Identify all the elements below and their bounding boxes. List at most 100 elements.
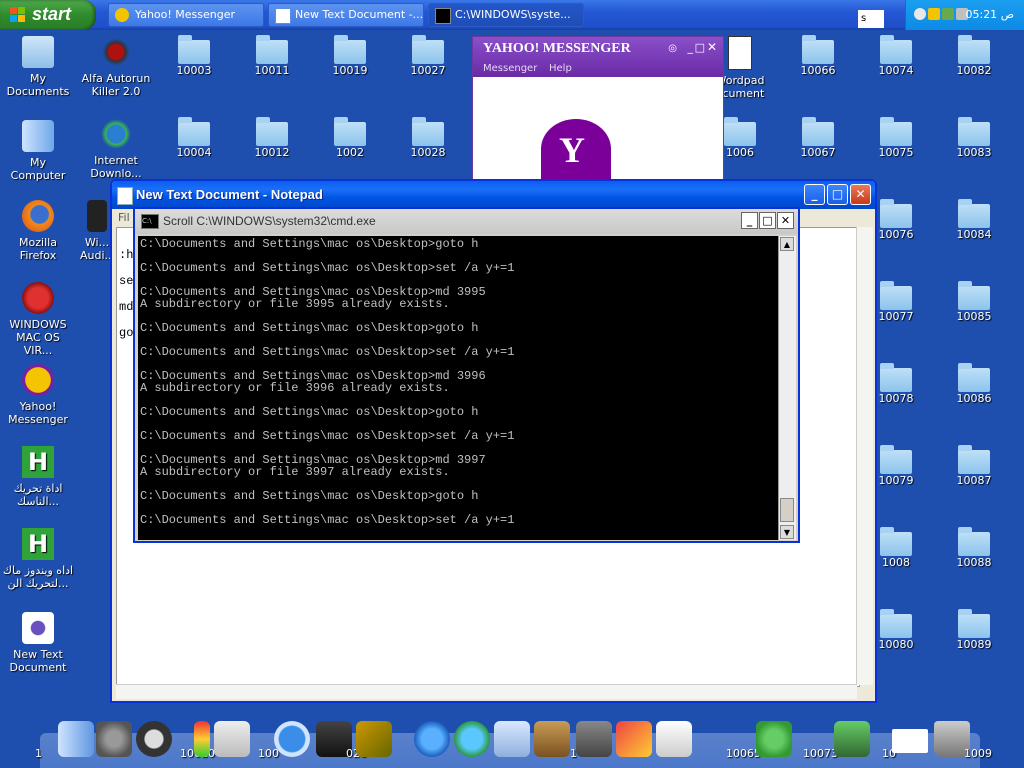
notepad-minimize-button[interactable]: _ (804, 184, 825, 205)
media-player-icon[interactable] (274, 721, 310, 757)
shield-icon[interactable] (942, 8, 954, 20)
minimize-icon[interactable]: _ (688, 41, 694, 54)
scroll-up-icon[interactable]: ▲ (780, 237, 794, 251)
desktop-icon-new-text-document[interactable]: New Text Document (2, 612, 74, 674)
task-label: New Text Document -... (295, 8, 424, 21)
dock-label: 100 (258, 747, 279, 760)
icon-label: My Computer (10, 156, 66, 182)
power-icon[interactable] (136, 721, 172, 757)
folder-icon (802, 35, 834, 64)
tools-icon[interactable] (356, 721, 392, 757)
notepad-icon (117, 187, 133, 205)
folder-icon-item[interactable]: 10085 (938, 281, 1010, 323)
desktop-icon-alfa-autorun[interactable]: Alfa Autorun Killer 2.0 (80, 36, 152, 98)
cmd-maximize-button[interactable]: □ (759, 212, 776, 229)
yahoo-menu-messenger[interactable]: Messenger (483, 63, 537, 74)
calculator-icon[interactable] (576, 721, 612, 757)
folder-icon-item[interactable]: 10003 (158, 35, 230, 77)
folder-icon-item[interactable]: 10087 (938, 445, 1010, 487)
folder-docs-icon (22, 36, 54, 68)
document-icon[interactable] (656, 721, 692, 757)
folder-icon (880, 527, 912, 556)
icon-label: 1008 (882, 556, 910, 569)
close-icon[interactable]: ✕ (707, 40, 717, 54)
drive-icon[interactable] (214, 721, 250, 757)
network-share-icon[interactable] (756, 721, 792, 757)
network-icon[interactable] (914, 8, 926, 20)
menu-file[interactable]: Fil (118, 211, 130, 224)
cmd-minimize-button[interactable]: _ (741, 212, 758, 229)
folder-icon-item[interactable]: 10086 (938, 363, 1010, 405)
folder-icon (724, 117, 756, 146)
icon-label: 10083 (956, 146, 992, 159)
desktop-icon-arabic-tool-2[interactable]: H اداه ويندوز ماك لتحريك الن... (2, 528, 74, 590)
text-edit-icon[interactable] (616, 721, 652, 757)
folder-icon (880, 281, 912, 310)
search-input[interactable]: s (858, 10, 884, 28)
folder-icon-item[interactable]: 1002 (314, 117, 386, 159)
mail-icon[interactable] (494, 721, 530, 757)
notepad-close-button[interactable]: ✕ (850, 184, 871, 205)
yahoo-tray-icon[interactable] (928, 8, 940, 20)
desktop-icon-arabic-tool-1[interactable]: H اداة تحريك الناسك... (2, 446, 74, 508)
cmd-close-button[interactable]: ✕ (777, 212, 794, 229)
folder-icon-item[interactable]: 10082 (938, 35, 1010, 77)
cmd-console[interactable]: C:\Documents and Settings\mac os\Desktop… (138, 236, 778, 540)
cmd-vertical-scrollbar[interactable]: ▲ ▼ (778, 236, 796, 540)
internet-explorer-icon[interactable] (414, 721, 450, 757)
notepad-horizontal-scrollbar[interactable] (116, 684, 857, 699)
folder-icon-item[interactable]: 10088 (938, 527, 1010, 569)
start-label: start (32, 4, 72, 24)
folder-icon-item[interactable]: 10067 (782, 117, 854, 159)
task-notepad[interactable]: New Text Document -... (268, 3, 424, 27)
scroll-down-icon[interactable]: ▼ (780, 525, 794, 539)
folder-icon (178, 117, 210, 146)
icon-label: 10028 (410, 146, 446, 159)
notepad-titlebar: New Text Document - Notepad _ □ ✕ (112, 181, 875, 209)
desktop-icon-firefox[interactable]: Mozilla Firefox (2, 200, 74, 262)
dock-label: 1 (35, 747, 42, 760)
icon-label: Mozilla Firefox (19, 236, 57, 262)
folder-icon-item[interactable]: 10074 (860, 35, 932, 77)
folder-icon-item[interactable]: 10028 (392, 117, 464, 159)
folder-icon-item[interactable]: 10083 (938, 117, 1010, 159)
desktop-icon-audio[interactable]: Wi... Audi... (80, 200, 114, 262)
folder-icon-item[interactable]: 10066 (782, 35, 854, 77)
blank-window-icon[interactable] (892, 729, 928, 753)
download-icon[interactable] (834, 721, 870, 757)
notepad-maximize-button[interactable]: □ (827, 184, 848, 205)
settings-icon[interactable]: ◎ (668, 43, 677, 54)
desktop-icon-windows-mac-virus[interactable]: WINDOWS MAC OS VIR... (2, 282, 74, 357)
messenger-buddies-icon[interactable] (454, 721, 490, 757)
desktop-icon-my-documents[interactable]: My Documents (2, 36, 74, 98)
folder-icon (958, 527, 990, 556)
folder-icon (880, 363, 912, 392)
folder-icon-item[interactable]: 10011 (236, 35, 308, 77)
maximize-icon[interactable]: □ (695, 41, 705, 54)
task-cmd[interactable]: C:\WINDOWS\syste... (428, 3, 584, 27)
address-book-icon[interactable] (534, 721, 570, 757)
folder-icon-item[interactable]: 10075 (860, 117, 932, 159)
folder-icon-item[interactable]: 10089 (938, 609, 1010, 651)
finder-icon[interactable] (58, 721, 94, 757)
scroll-thumb[interactable] (780, 498, 794, 522)
task-yahoo-messenger[interactable]: Yahoo! Messenger (108, 3, 264, 27)
dock-label: 1009 (964, 747, 992, 760)
notepad-vertical-scrollbar[interactable] (856, 227, 873, 685)
equalizer-icon[interactable] (194, 721, 210, 757)
icon-label: Yahoo! Messenger (8, 400, 68, 426)
start-button[interactable]: start (0, 0, 96, 30)
folder-icon-item[interactable]: 10084 (938, 199, 1010, 241)
desktop-icon-yahoo-messenger[interactable]: Yahoo! Messenger (2, 364, 74, 426)
folder-icon-item[interactable]: 10004 (158, 117, 230, 159)
folder-icon-item[interactable]: 10012 (236, 117, 308, 159)
desktop-icon-internet-download[interactable]: Internet Downlo... (80, 118, 152, 180)
yahoo-menu-help[interactable]: Help (549, 63, 572, 74)
desktop-icon-my-computer[interactable]: My Computer (2, 120, 74, 182)
system-preferences-icon[interactable] (96, 721, 132, 757)
cmd-icon: C:\ (141, 214, 159, 229)
icon-label: 1002 (336, 146, 364, 159)
task-label: C:\WINDOWS\syste... (455, 8, 571, 21)
folder-icon-item[interactable]: 10019 (314, 35, 386, 77)
folder-icon-item[interactable]: 10027 (392, 35, 464, 77)
